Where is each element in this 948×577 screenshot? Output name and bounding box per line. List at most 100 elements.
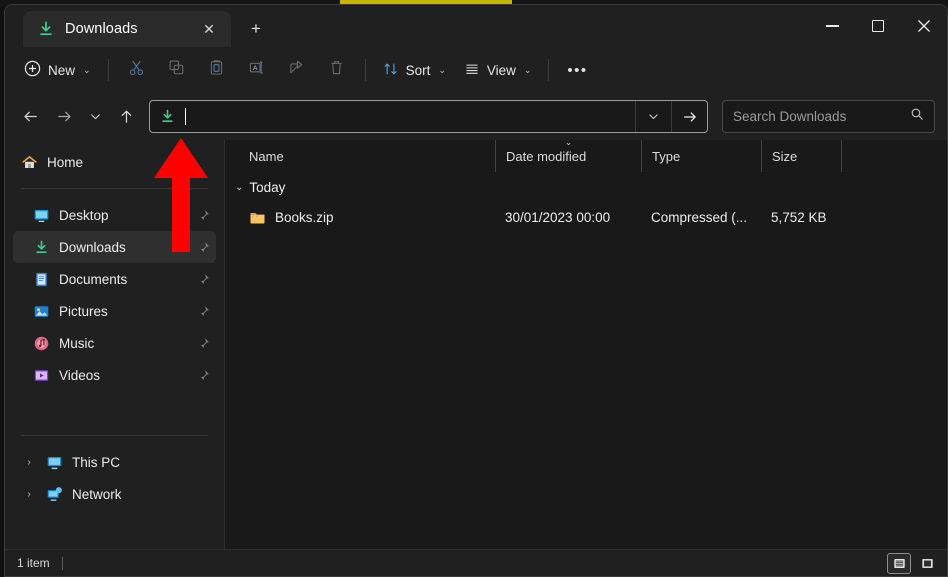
address-dropdown-button[interactable]	[635, 101, 671, 132]
pin-icon[interactable]	[197, 369, 210, 382]
sort-button[interactable]: Sort ⌄	[374, 54, 455, 86]
close-window-button[interactable]	[901, 5, 947, 47]
file-date-modified: 30/01/2023 00:00	[505, 209, 611, 225]
navigation-bar	[5, 93, 947, 140]
chevron-right-icon[interactable]: ›	[21, 457, 37, 468]
search-box[interactable]	[722, 100, 935, 133]
sidebar-item-label: Documents	[59, 271, 128, 287]
back-button[interactable]	[13, 101, 47, 133]
pin-icon[interactable]	[197, 305, 210, 318]
new-button[interactable]: New ⌄	[15, 54, 100, 86]
sidebar-item-documents[interactable]: Documents	[13, 263, 216, 295]
sort-indicator-icon: ⌄	[564, 137, 573, 147]
chevron-down-icon: ⌄	[83, 64, 91, 75]
sidebar-item-pictures[interactable]: Pictures	[13, 295, 216, 327]
sidebar-item-label: Pictures	[59, 303, 108, 319]
address-bar[interactable]	[149, 100, 708, 133]
more-options-button[interactable]: •••	[557, 54, 597, 86]
column-header-size[interactable]: Size	[761, 140, 841, 172]
new-tab-button[interactable]: +	[239, 12, 273, 46]
large-icons-view-icon	[921, 558, 933, 568]
share-icon	[288, 59, 305, 81]
status-bar: 1 item	[5, 549, 947, 576]
arrow-right-icon	[683, 111, 696, 122]
delete-button[interactable]	[317, 54, 357, 86]
command-bar: New ⌄ A Sort ⌄ View ⌄ •••	[5, 47, 947, 93]
sidebar-item-label: Network	[72, 486, 122, 502]
table-row[interactable]: Books.zip 30/01/2023 00:00 Compressed (.…	[225, 202, 947, 232]
sidebar-divider-2	[21, 435, 208, 436]
view-button[interactable]: View ⌄	[455, 54, 541, 86]
copy-icon	[168, 59, 185, 81]
column-header-label: Type	[652, 148, 681, 164]
sidebar-item-network[interactable]: › Network	[13, 478, 216, 510]
sidebar-item-this-pc[interactable]: › This PC	[13, 446, 216, 478]
file-name-cell: Books.zip	[249, 209, 495, 226]
sidebar-item-label: Videos	[59, 367, 101, 383]
cut-button[interactable]	[117, 54, 157, 86]
sidebar-item-label: Music	[59, 335, 95, 351]
group-header-today[interactable]: ⌄ Today	[225, 172, 947, 202]
paste-button[interactable]	[197, 54, 237, 86]
chevron-down-icon[interactable]: ⌄	[235, 182, 243, 193]
pin-icon[interactable]	[197, 273, 210, 286]
zip-file-icon	[249, 209, 266, 226]
recent-locations-button[interactable]	[81, 101, 109, 133]
minimize-button[interactable]	[809, 5, 855, 47]
chevron-down-icon: ⌄	[523, 64, 532, 75]
chevron-down-icon: ⌄	[438, 64, 446, 75]
search-icon	[910, 107, 924, 126]
column-header-label: Name	[249, 148, 284, 164]
column-header-label: Size	[772, 148, 798, 164]
copy-button[interactable]	[157, 54, 197, 86]
details-view-button[interactable]	[887, 552, 911, 574]
column-header-type[interactable]: Type	[641, 140, 761, 172]
rename-button[interactable]: A	[237, 54, 277, 86]
column-header-spacer	[841, 140, 861, 172]
close-tab-button[interactable]: ✕	[195, 16, 223, 42]
sort-button-label: Sort	[405, 62, 431, 78]
close-icon	[918, 20, 930, 32]
search-input[interactable]	[733, 109, 910, 124]
share-button[interactable]	[277, 54, 317, 86]
column-headers: Name ⌄ Date modified Type Size	[225, 137, 947, 172]
videos-icon	[33, 367, 50, 384]
sidebar-item-desktop[interactable]: Desktop	[13, 199, 216, 231]
item-count-label: 1 item	[17, 556, 50, 570]
delete-icon	[328, 59, 345, 81]
sidebar-item-downloads[interactable]: Downloads	[13, 231, 216, 263]
sidebar-item-videos[interactable]: Videos	[13, 359, 216, 391]
network-icon	[46, 486, 63, 503]
pictures-icon	[33, 303, 50, 320]
chevron-right-icon[interactable]: ›	[21, 489, 37, 500]
maximize-button[interactable]	[855, 5, 901, 47]
arrow-left-icon	[23, 111, 37, 122]
new-button-label: New	[48, 62, 76, 78]
group-header-label: Today	[249, 179, 286, 195]
column-header-name[interactable]: Name	[249, 140, 495, 172]
up-button[interactable]	[109, 101, 143, 133]
view-toggle-group	[887, 552, 939, 574]
column-header-date-modified[interactable]: ⌄ Date modified	[495, 137, 641, 172]
column-header-label: Date modified	[506, 148, 587, 164]
file-type: Compressed (...	[651, 209, 748, 225]
pin-icon[interactable]	[197, 209, 210, 222]
view-button-label: View	[486, 62, 516, 78]
pin-icon[interactable]	[197, 337, 210, 350]
large-icons-view-button[interactable]	[915, 553, 939, 574]
sidebar-item-home[interactable]: Home	[13, 146, 216, 178]
address-input[interactable]	[186, 101, 635, 132]
sidebar-item-music[interactable]: Music	[13, 327, 216, 359]
navigation-pane: Home Desktop Downloads Documents Picture…	[5, 140, 225, 549]
sidebar-item-label: This PC	[72, 454, 121, 470]
go-button[interactable]	[671, 101, 707, 132]
file-size: 5,752 KB	[771, 209, 827, 225]
tab-downloads[interactable]: Downloads ✕	[23, 11, 231, 47]
arrow-up-icon	[121, 110, 131, 123]
status-divider	[61, 556, 63, 570]
forward-button[interactable]	[47, 101, 81, 133]
music-icon	[33, 335, 50, 352]
ellipsis-icon: •••	[567, 61, 588, 79]
paste-icon	[208, 59, 225, 81]
pin-icon[interactable]	[197, 241, 210, 254]
